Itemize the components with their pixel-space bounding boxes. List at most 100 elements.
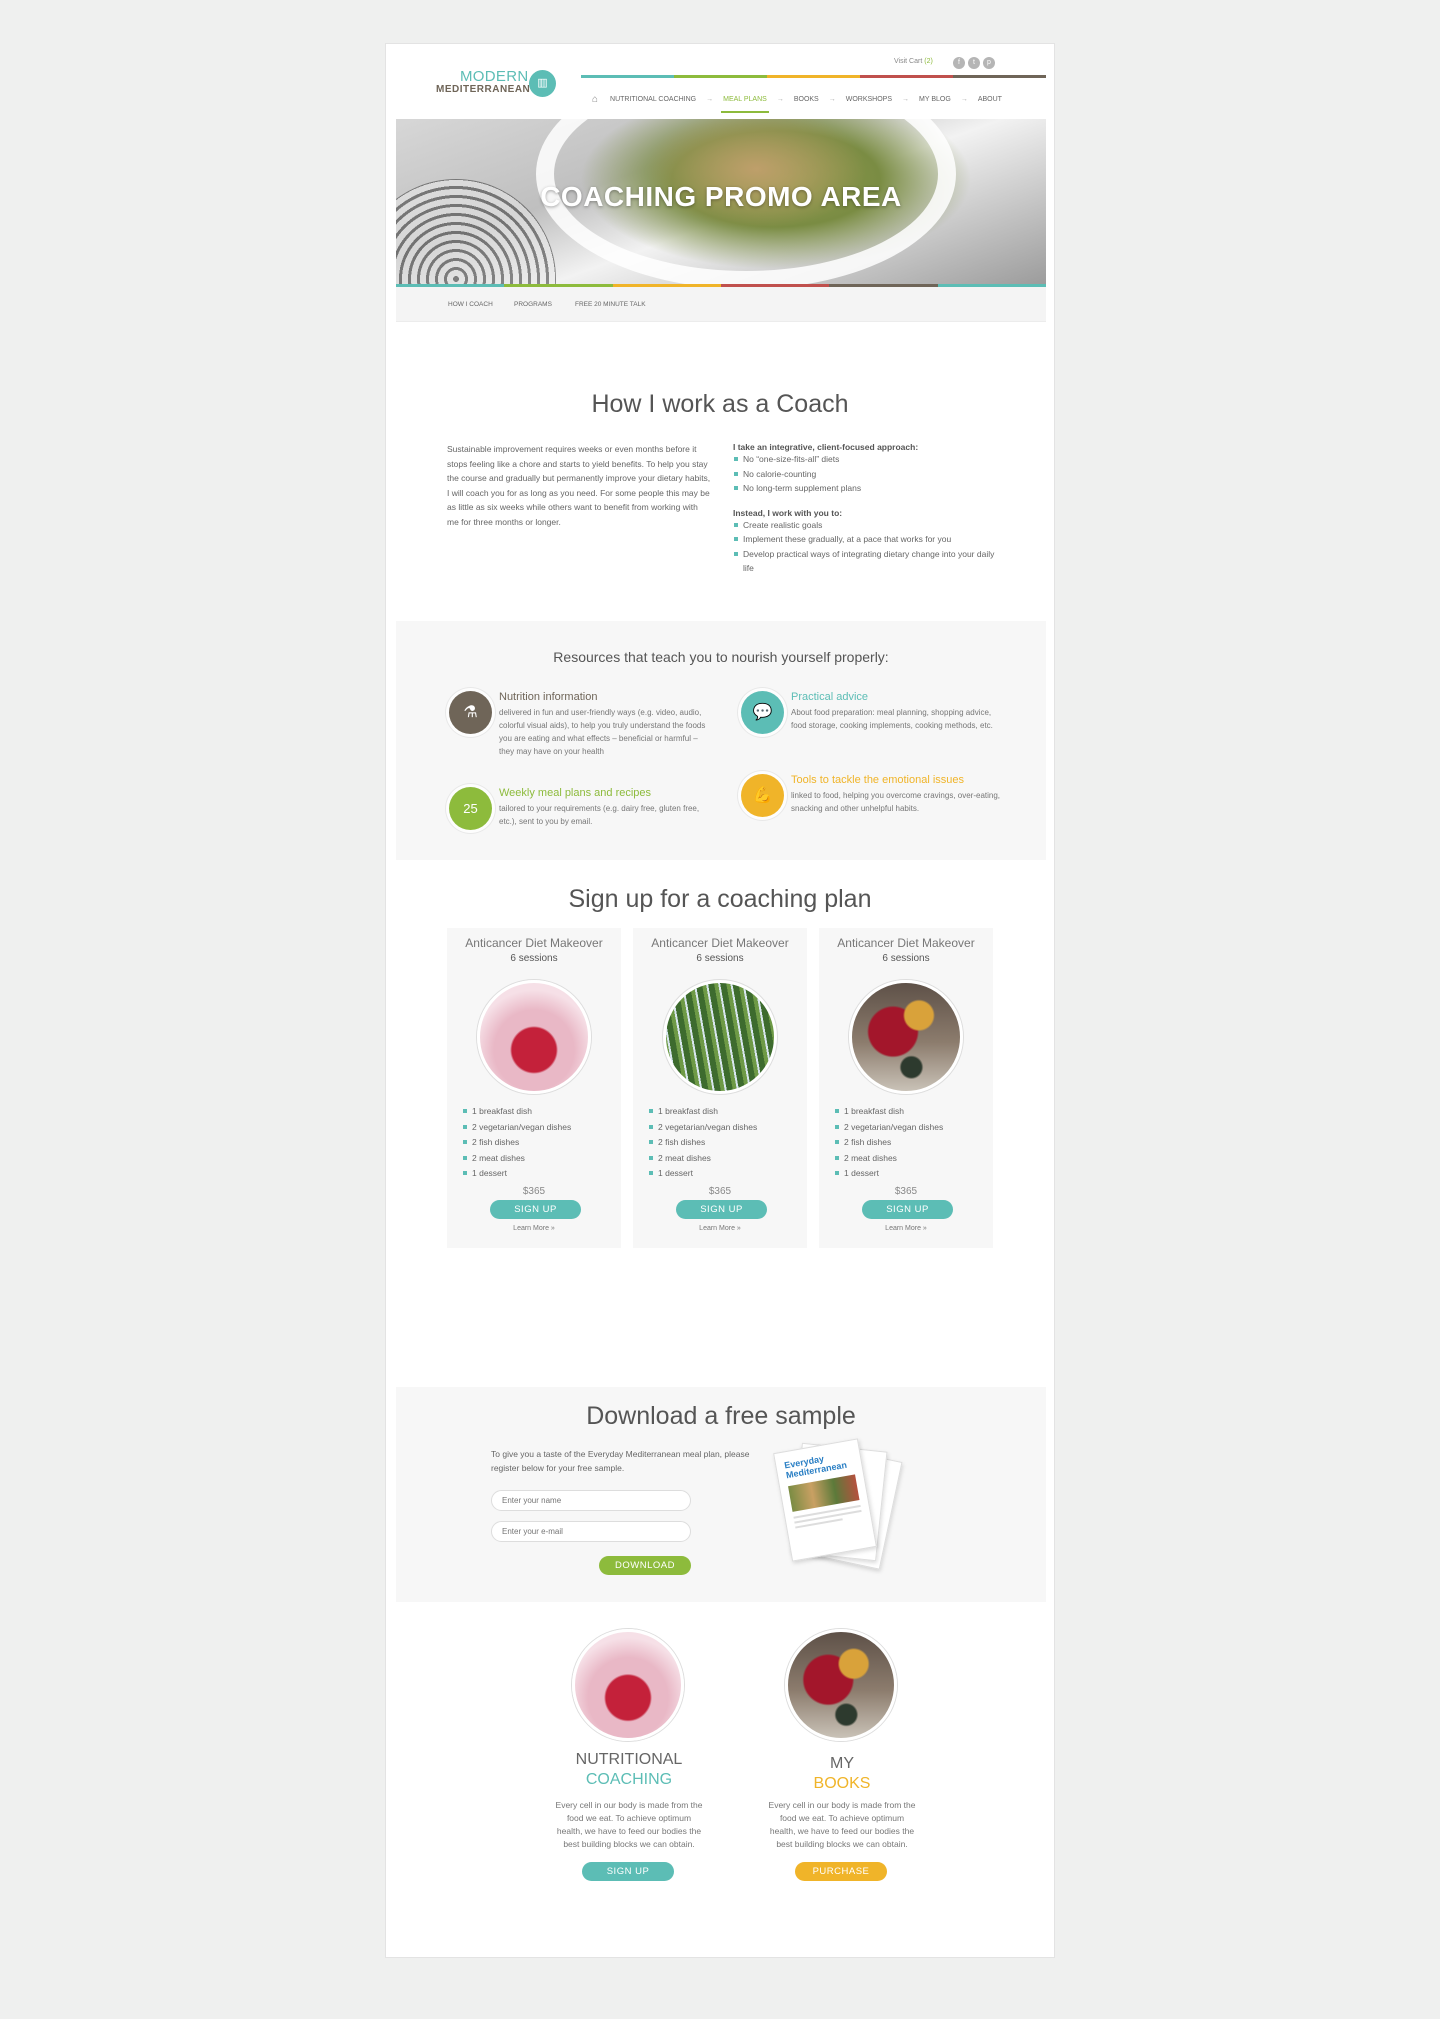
feature-line2: COACHING xyxy=(585,1771,673,1788)
plan-sessions: 6 sessions xyxy=(882,953,930,964)
page: MODERN MEDITERRANEAN ▥ Visit Cart (2) f … xyxy=(385,43,1055,1958)
list-item: 2 vegetarian/vegan dishes xyxy=(834,1120,943,1136)
learn-more-link[interactable]: Learn More » xyxy=(447,1225,621,1232)
color-bar-segment xyxy=(674,75,767,78)
logo[interactable]: MODERN MEDITERRANEAN ▥ xyxy=(436,68,558,100)
resource-title: Practical advice xyxy=(791,691,869,703)
sign-up-button[interactable]: SIGN UP xyxy=(490,1200,581,1219)
pomegranate-image xyxy=(849,980,963,1094)
resource-desc: delivered in fun and user-friendly ways … xyxy=(499,708,706,756)
name-input[interactable] xyxy=(491,1490,691,1511)
feature-desc: Every cell in our body is made from the … xyxy=(555,1800,703,1849)
resource-title: Tools to tackle the emotional issues xyxy=(791,774,965,786)
list-item: 1 dessert xyxy=(834,1166,943,1182)
home-icon[interactable]: ⌂ xyxy=(592,94,598,105)
arrow-icon: → xyxy=(902,96,910,103)
list-item: No “one-size-fits-all” diets xyxy=(733,452,998,467)
feature-line1: MY xyxy=(830,1755,854,1772)
main-nav: ⌂ NUTRITIONAL COACHING → MEAL PLANS → BOOK… xyxy=(592,94,1012,113)
muscle-arm-icon: 💪 xyxy=(741,774,784,817)
plan-title: Anticancer Diet Makeover xyxy=(651,936,789,950)
sign-up-button[interactable]: SIGN UP xyxy=(582,1862,674,1881)
nav-workshops[interactable]: WORKSHOPS xyxy=(846,96,892,103)
nav-my-blog[interactable]: MY BLOG xyxy=(919,96,951,103)
visit-cart-link[interactable]: Visit Cart (2) xyxy=(894,58,933,65)
learn-more-link[interactable]: Learn More » xyxy=(819,1225,993,1232)
plan-price: $365 xyxy=(522,1186,546,1197)
color-bar-segment xyxy=(860,75,953,78)
arrow-icon: → xyxy=(960,96,968,103)
plan-items: 1 breakfast dish 2 vegetarian/vegan dish… xyxy=(834,1104,943,1182)
download-button[interactable]: DOWNLOAD xyxy=(599,1556,691,1575)
plan-sessions: 6 sessions xyxy=(510,953,558,964)
plan-title: Anticancer Diet Makeover xyxy=(837,936,975,950)
subnav-how-i-coach[interactable]: HOW I COACH xyxy=(448,301,493,308)
speech-bubbles-icon: 💬 xyxy=(741,691,784,734)
arrow-icon: → xyxy=(776,96,784,103)
download-text: To give you a taste of the Everyday Medi… xyxy=(491,1449,750,1473)
facebook-icon[interactable]: f xyxy=(953,57,965,69)
learn-more-link[interactable]: Learn More » xyxy=(633,1225,807,1232)
plan-card: Anticancer Diet Makeover 6 sessions 1 br… xyxy=(633,928,807,1248)
list-item: 2 meat dishes xyxy=(834,1151,943,1167)
nav-books[interactable]: BOOKS xyxy=(794,96,819,103)
resources-title: Resources that teach you to nourish your… xyxy=(553,649,889,665)
list-item: Develop practical ways of integrating di… xyxy=(733,547,998,576)
resources-section: Resources that teach you to nourish your… xyxy=(396,621,1046,860)
plan-card: Anticancer Diet Makeover 6 sessions 1 br… xyxy=(447,928,621,1248)
sign-up-button[interactable]: SIGN UP xyxy=(676,1200,767,1219)
pomegranate-image xyxy=(785,1629,897,1741)
sign-up-button[interactable]: SIGN UP xyxy=(862,1200,953,1219)
logo-line1: MODERN xyxy=(460,68,529,85)
plan-items: 1 breakfast dish 2 vegetarian/vegan dish… xyxy=(648,1104,757,1182)
book-icon: ▥ xyxy=(529,70,556,97)
feature-line1: NUTRITIONAL xyxy=(575,1751,683,1768)
color-bar-segment xyxy=(953,75,1046,78)
twitter-icon[interactable]: t xyxy=(968,57,980,69)
list-item: No long-term supplement plans xyxy=(733,481,998,496)
feature-line2: BOOKS xyxy=(813,1775,871,1792)
download-section: Download a free sample To give you a tas… xyxy=(396,1387,1046,1602)
list-item: 2 vegetarian/vegan dishes xyxy=(462,1120,571,1136)
email-input[interactable] xyxy=(491,1521,691,1542)
calendar-icon: 25 xyxy=(449,787,492,830)
nav-nutritional-coaching[interactable]: NUTRITIONAL COACHING xyxy=(610,96,696,103)
plan-items: 1 breakfast dish 2 vegetarian/vegan dish… xyxy=(462,1104,571,1182)
resource-desc: tailored to your requirements (e.g. dair… xyxy=(499,804,700,826)
cart-count: (2) xyxy=(924,58,933,65)
visit-cart-label: Visit Cart xyxy=(894,58,923,65)
list-item: 1 breakfast dish xyxy=(648,1104,757,1120)
list-item: 2 fish dishes xyxy=(834,1135,943,1151)
nav-meal-plans[interactable]: MEAL PLANS xyxy=(721,96,769,113)
arrow-icon: → xyxy=(828,96,836,103)
feature-coaching: NUTRITIONAL COACHING Every cell in our b… xyxy=(529,1629,729,1889)
raspberries-image xyxy=(572,1629,684,1741)
list-item: 1 breakfast dish xyxy=(834,1104,943,1120)
nav-about[interactable]: ABOUT xyxy=(978,96,1002,103)
list-item: Implement these gradually, at a pace tha… xyxy=(733,532,998,547)
mortar-icon: ⚗ xyxy=(449,691,492,734)
sub-nav: HOW I COACH PROGRAMS FREE 20 MINUTE TALK xyxy=(396,287,1046,322)
list-item: 1 dessert xyxy=(462,1166,571,1182)
plan-price: $365 xyxy=(708,1186,732,1197)
color-bar-segment xyxy=(767,75,860,78)
pinterest-icon[interactable]: p xyxy=(983,57,995,69)
list-item: No calorie-counting xyxy=(733,467,998,482)
list2: Create realistic goals Implement these g… xyxy=(733,518,998,576)
plan-sessions: 6 sessions xyxy=(696,953,744,964)
resource-desc: About food preparation: meal planning, s… xyxy=(791,708,993,730)
plan-card: Anticancer Diet Makeover 6 sessions 1 br… xyxy=(819,928,993,1248)
resource-title: Nutrition information xyxy=(499,691,598,703)
download-title: Download a free sample xyxy=(586,1402,856,1430)
purchase-button[interactable]: PURCHASE xyxy=(795,1862,887,1881)
raspberries-image xyxy=(477,980,591,1094)
arrow-icon: → xyxy=(706,96,714,103)
subnav-programs[interactable]: PROGRAMS xyxy=(514,301,552,308)
asparagus-image xyxy=(663,980,777,1094)
list-item: 2 fish dishes xyxy=(462,1135,571,1151)
list-item: 2 meat dishes xyxy=(648,1151,757,1167)
resource-title: Weekly meal plans and recipes xyxy=(499,787,652,799)
list-item: 2 fish dishes xyxy=(648,1135,757,1151)
subnav-free-talk[interactable]: FREE 20 MINUTE TALK xyxy=(575,301,646,308)
color-bar-segment xyxy=(581,75,674,78)
